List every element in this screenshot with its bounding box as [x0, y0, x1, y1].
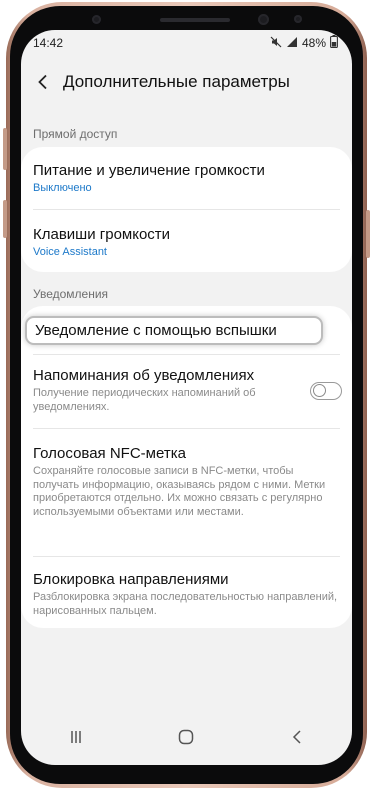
- item-title: Питание и увеличение громкости: [33, 162, 265, 179]
- divider: [33, 556, 340, 557]
- toggle-knob: [313, 384, 326, 397]
- settings-card-direct-access: Питание и увеличение громкости Выключено…: [21, 147, 352, 272]
- item-title: Уведомление с помощью вспышки: [35, 322, 277, 339]
- earpiece-speaker: [160, 18, 230, 22]
- battery-icon: [330, 35, 338, 51]
- recent-apps-icon[interactable]: [56, 722, 96, 752]
- item-subtitle: Выключено: [33, 182, 92, 194]
- item-title: Клавиши громкости: [33, 226, 171, 243]
- list-item-volume-keys[interactable]: Клавиши громкости Voice Assistant: [33, 225, 340, 260]
- app-header: Дополнительные параметры: [21, 60, 352, 104]
- battery-percent: 48%: [301, 36, 326, 50]
- navigation-bar: [21, 720, 352, 754]
- list-item-notification-reminders[interactable]: Напоминания об уведомлениях Получение пе…: [33, 366, 292, 414]
- signal-icon: [286, 36, 298, 51]
- status-time: 14:42: [33, 36, 64, 50]
- reminders-toggle[interactable]: [310, 382, 342, 400]
- item-subtitle: Сохраняйте голосовые записи в NFC-метки,…: [33, 465, 326, 518]
- section-label-notifications: Уведомления: [33, 287, 109, 301]
- item-subtitle: Разблокировка экрана последовательностью…: [33, 591, 338, 617]
- list-item-power-volume[interactable]: Питание и увеличение громкости Выключено: [33, 161, 340, 196]
- divider: [33, 354, 340, 355]
- volume-button: [3, 128, 7, 170]
- sensor-icon: [294, 15, 302, 23]
- highlight-box[interactable]: Уведомление с помощью вспышки: [25, 316, 323, 345]
- status-bar: 14:42 48%: [21, 30, 352, 56]
- mute-icon: [270, 36, 282, 51]
- item-subtitle: Получение периодических напоминаний об у…: [33, 387, 256, 413]
- list-item-direction-lock[interactable]: Блокировка направлениями Разблокировка э…: [33, 570, 340, 618]
- list-item-flash-notification[interactable]: Уведомление с помощью вспышки: [21, 316, 352, 348]
- back-icon[interactable]: [277, 722, 317, 752]
- settings-card-notifications: Уведомление с помощью вспышки Напоминани…: [21, 306, 352, 628]
- bixby-button: [3, 200, 7, 238]
- item-title: Напоминания об уведомлениях: [33, 367, 255, 384]
- chevron-left-icon[interactable]: [29, 68, 57, 96]
- status-icons: 48%: [270, 35, 338, 51]
- screen: 14:42 48% Дополнительные параметры Прямо…: [21, 30, 352, 765]
- page-title: Дополнительные параметры: [63, 72, 290, 91]
- divider: [33, 209, 340, 210]
- section-label-direct-access: Прямой доступ: [33, 127, 118, 141]
- item-title: Блокировка направлениями: [33, 571, 229, 588]
- divider: [33, 428, 340, 429]
- sensor-icon: [92, 15, 101, 24]
- item-subtitle: Voice Assistant: [33, 246, 107, 258]
- list-item-nfc-tag[interactable]: Голосовая NFC-метка Сохраняйте голосовые…: [33, 444, 340, 519]
- item-title: Голосовая NFC-метка: [33, 445, 186, 462]
- home-icon[interactable]: [166, 722, 206, 752]
- power-button: [366, 210, 370, 258]
- front-camera-icon: [258, 14, 269, 25]
